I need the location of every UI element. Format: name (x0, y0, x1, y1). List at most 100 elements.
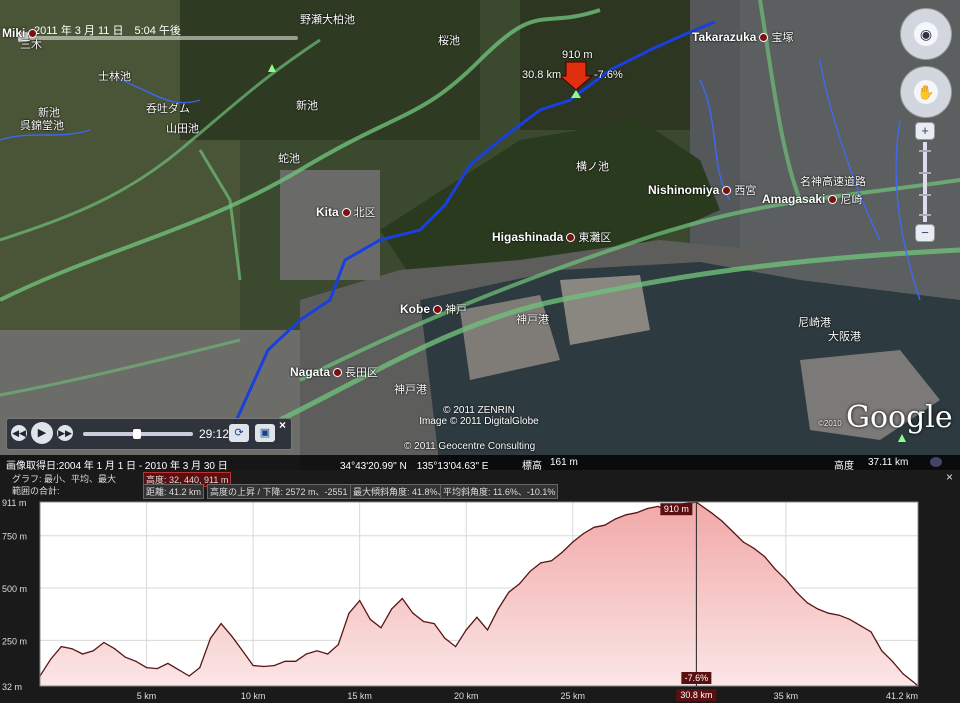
elevation-point (295, 660, 297, 662)
zoom-in-button[interactable]: + (915, 122, 935, 140)
city-marker-icon[interactable] (566, 233, 576, 243)
cursor-altitude-label: 910 m (664, 504, 689, 514)
fast-forward-button[interactable]: ▶▶ (57, 425, 73, 441)
tour-progress-slider[interactable] (83, 429, 193, 439)
move-control[interactable]: ✋ (900, 66, 952, 118)
elevation-chart[interactable]: 911 m 750 m 500 m 250 m 32 m 5 km 10 km 15 km 20… (0, 494, 960, 703)
google-logo: Google (846, 400, 953, 435)
save-icon[interactable]: ▣ (255, 424, 275, 442)
map-label[interactable]: 大阪港 (828, 332, 861, 343)
x-tick-label: 15 km (347, 691, 372, 701)
city-marker-icon[interactable] (433, 305, 442, 315)
elevation-point (60, 646, 62, 648)
city-marker-icon[interactable] (759, 33, 769, 43)
close-icon[interactable]: × (279, 418, 286, 432)
look-control[interactable]: ◉ (900, 8, 952, 60)
map-label[interactable]: 山田池 (166, 124, 199, 135)
city-label[interactable]: Takarazuka 宝塚 (692, 31, 793, 44)
elevation-point (742, 541, 744, 543)
elevation-point (146, 667, 148, 669)
elevation-point (710, 512, 712, 514)
zoom-rail[interactable] (919, 142, 931, 222)
tour-time: 29:12 (199, 427, 230, 441)
cursor-distance-label: 30.8 km (680, 690, 712, 700)
y-tick-label: 750 m (2, 532, 27, 542)
elevation-point (540, 562, 542, 564)
elevation-point (135, 660, 137, 662)
hand-icon: ✋ (914, 80, 938, 104)
map-label[interactable]: 三木 (20, 40, 42, 51)
map-view[interactable]: 910 m 30.8 km -7.6% 2011 年 3 月 11 日 5:04… (0, 0, 960, 470)
map-label[interactable]: 野瀬大柏池 (300, 15, 355, 26)
x-tick-label: 20 km (454, 691, 479, 701)
map-label[interactable]: 尼崎港 (798, 318, 831, 329)
city-label[interactable]: Amagasaki 尼崎 (762, 193, 862, 206)
elevation-point (114, 648, 116, 650)
x-tick-label: 5 km (137, 691, 157, 701)
map-label[interactable]: 神戸港 (394, 385, 427, 396)
date-slider-track[interactable] (28, 36, 298, 40)
map-label[interactable]: 横ノ池 (576, 162, 609, 173)
credit-digitalglobe: Image © 2011 DigitalGlobe (419, 416, 539, 427)
city-label[interactable]: Higashinada 東灘区 (492, 231, 611, 244)
elevation-point (423, 620, 425, 623)
city-marker-icon[interactable] (28, 29, 38, 39)
city-name-en: Higashinada (492, 230, 564, 244)
city-name-en: Amagasaki (762, 192, 826, 206)
city-label[interactable]: Miki (2, 27, 40, 40)
elevation-point (593, 526, 595, 528)
city-name-en: Nagata (290, 365, 331, 379)
city-name-en: Takarazuka (692, 30, 757, 44)
elevation-point (209, 637, 212, 639)
elevation-point (636, 512, 638, 514)
eye-altitude-value: 37.11 km (868, 457, 909, 468)
city-marker-icon[interactable] (333, 368, 343, 378)
repeat-icon[interactable]: ⟳ (229, 424, 249, 442)
marker-altitude: 910 m (562, 49, 593, 61)
elevation-point (220, 623, 222, 625)
play-button[interactable]: ▶ (31, 422, 53, 444)
elevation-point (231, 635, 233, 637)
city-label[interactable]: Nagata 長田区 (290, 366, 378, 379)
map-label[interactable]: 新池 (296, 101, 318, 112)
zoom-slider[interactable]: + − (915, 122, 935, 242)
city-label[interactable]: Nishinomiya 西宮 (648, 184, 756, 197)
map-label[interactable]: 桜池 (438, 36, 460, 47)
elevation-point (273, 664, 275, 667)
city-marker-icon[interactable] (341, 208, 351, 218)
tour-progress-knob[interactable] (133, 429, 141, 439)
profile-close-icon[interactable]: × (946, 470, 953, 484)
map-label[interactable]: 呉錦堂池 (20, 121, 64, 132)
elevation-point (753, 547, 755, 549)
map-label[interactable]: 士林池 (98, 72, 131, 83)
rewind-button[interactable]: ◀◀ (11, 425, 27, 441)
x-tick-label: 10 km (241, 691, 266, 701)
city-name-ja: 宝塚 (771, 32, 794, 44)
city-marker-icon[interactable] (722, 186, 732, 196)
elevation-point (380, 627, 382, 629)
map-label[interactable]: 新池 (38, 108, 60, 119)
zoom-out-button[interactable]: − (915, 224, 935, 242)
map-label[interactable]: 名神高速道路 (800, 177, 866, 188)
x-tick-label: 25 km (561, 691, 586, 701)
elevation-point (774, 568, 776, 570)
map-label[interactable]: 神戸港 (516, 315, 549, 326)
y-tick-label: 250 m (2, 636, 27, 646)
elevation-point (785, 579, 787, 581)
elevation-profile-panel: グラフ: 最小、平均、最大 高度: 32, 440, 911 m × 範囲の合計… (0, 470, 960, 703)
elevation-point (508, 591, 510, 593)
navigation-controls[interactable]: ◉ ✋ (900, 8, 954, 124)
historical-imagery-slider[interactable]: 2011 年 3 月 11 日 5:04 午後 (8, 22, 304, 42)
elevation-point (497, 608, 499, 610)
elevation-value: 161 m (550, 457, 578, 468)
x-tick-label: 35 km (774, 691, 799, 701)
map-label[interactable]: 蛇池 (278, 154, 300, 165)
map-label[interactable]: 呑吐ダム (146, 104, 190, 115)
city-label[interactable]: Kita 北区 (316, 206, 376, 219)
city-label[interactable]: Kobe 神戸 (400, 303, 467, 316)
elevation-point (881, 650, 883, 652)
elevation-point (348, 612, 350, 614)
city-marker-icon[interactable] (828, 195, 838, 205)
city-name-ja: 東灘区 (578, 232, 612, 244)
elevation-point (902, 673, 904, 675)
